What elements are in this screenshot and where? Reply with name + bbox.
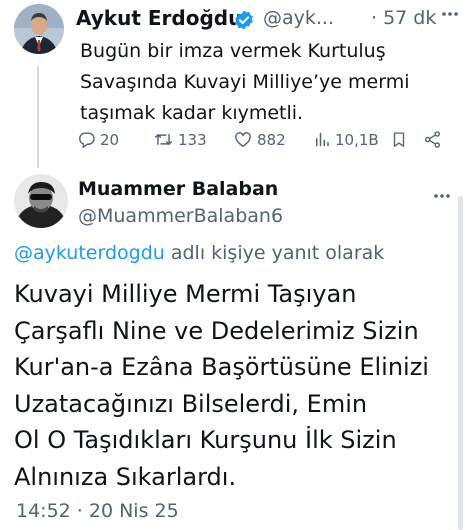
scrollbar[interactable] [458, 196, 463, 530]
replying-to-line: @aykuterdogdu adlı kişiye yanıt olarak [14, 242, 384, 264]
views-icon [313, 130, 331, 149]
reply-count: 20 [100, 130, 120, 149]
reply-text: Kuvayi Milliye Mermi Taşıyan Çarşaflı Ni… [14, 276, 460, 495]
reply-text-line: Kur'an-a Ezâna Başörtüsüne Elinizi [14, 353, 429, 381]
bookmark-icon [390, 130, 408, 149]
like-count: 882 [257, 130, 286, 149]
replying-to-mention[interactable]: @aykuterdogdu [14, 242, 165, 264]
share-button[interactable] [423, 130, 442, 149]
repost-icon [153, 130, 174, 149]
tweet-actions: 20 133 882 10,1B [77, 130, 447, 156]
like-icon [233, 130, 253, 149]
views-button[interactable]: 10,1B [313, 130, 379, 149]
more-icon[interactable] [440, 4, 460, 29]
reply-author-avatar[interactable] [14, 174, 68, 228]
views-count: 10,1B [335, 130, 379, 149]
reply-text-line: Uzatacağınızı Bilselerdi, Emin [14, 389, 368, 418]
avatar-image [14, 4, 64, 54]
reply-author-name[interactable]: Muammer Balaban [78, 178, 278, 200]
author-handle[interactable]: @ayk... [263, 7, 334, 29]
reply-author-handle[interactable]: @MuammerBalaban6 [78, 205, 283, 227]
reply-text-line: Çarşaflı Nine ve Dedelerimiz Sizin [14, 316, 419, 345]
share-icon [423, 130, 442, 149]
reply-timestamp[interactable]: 14:52 · 20 Nis 25 [16, 500, 179, 522]
replying-to-label: adlı kişiye yanıt olarak [164, 242, 385, 264]
repost-button[interactable]: 133 [153, 130, 207, 149]
verified-icon [233, 9, 255, 35]
reply-avatar-image [14, 174, 68, 228]
author-avatar[interactable] [14, 4, 64, 54]
like-button[interactable]: 882 [233, 130, 286, 149]
tweet-text: Bugün bir imza vermek Kurtuluş Savaşında… [80, 40, 410, 124]
author-name[interactable]: Aykut Erdoğdu [76, 6, 242, 30]
reply-button[interactable]: 20 [77, 130, 119, 149]
reply-icon [77, 130, 96, 149]
thread-connector-line [37, 66, 39, 168]
reply-text-line: Kuvayi Milliye Mermi Taşıyan [14, 280, 357, 308]
bookmark-button[interactable] [390, 130, 408, 149]
repost-count: 133 [178, 130, 207, 149]
reply-text-line: Alnınıza Sıkarlardı. [14, 462, 237, 491]
tweet-time[interactable]: · 57 dk [371, 7, 436, 29]
more-icon[interactable] [432, 186, 452, 211]
reply-text-line: Ol O Taşıdıkları Kurşunu İlk Sizin [14, 426, 397, 454]
